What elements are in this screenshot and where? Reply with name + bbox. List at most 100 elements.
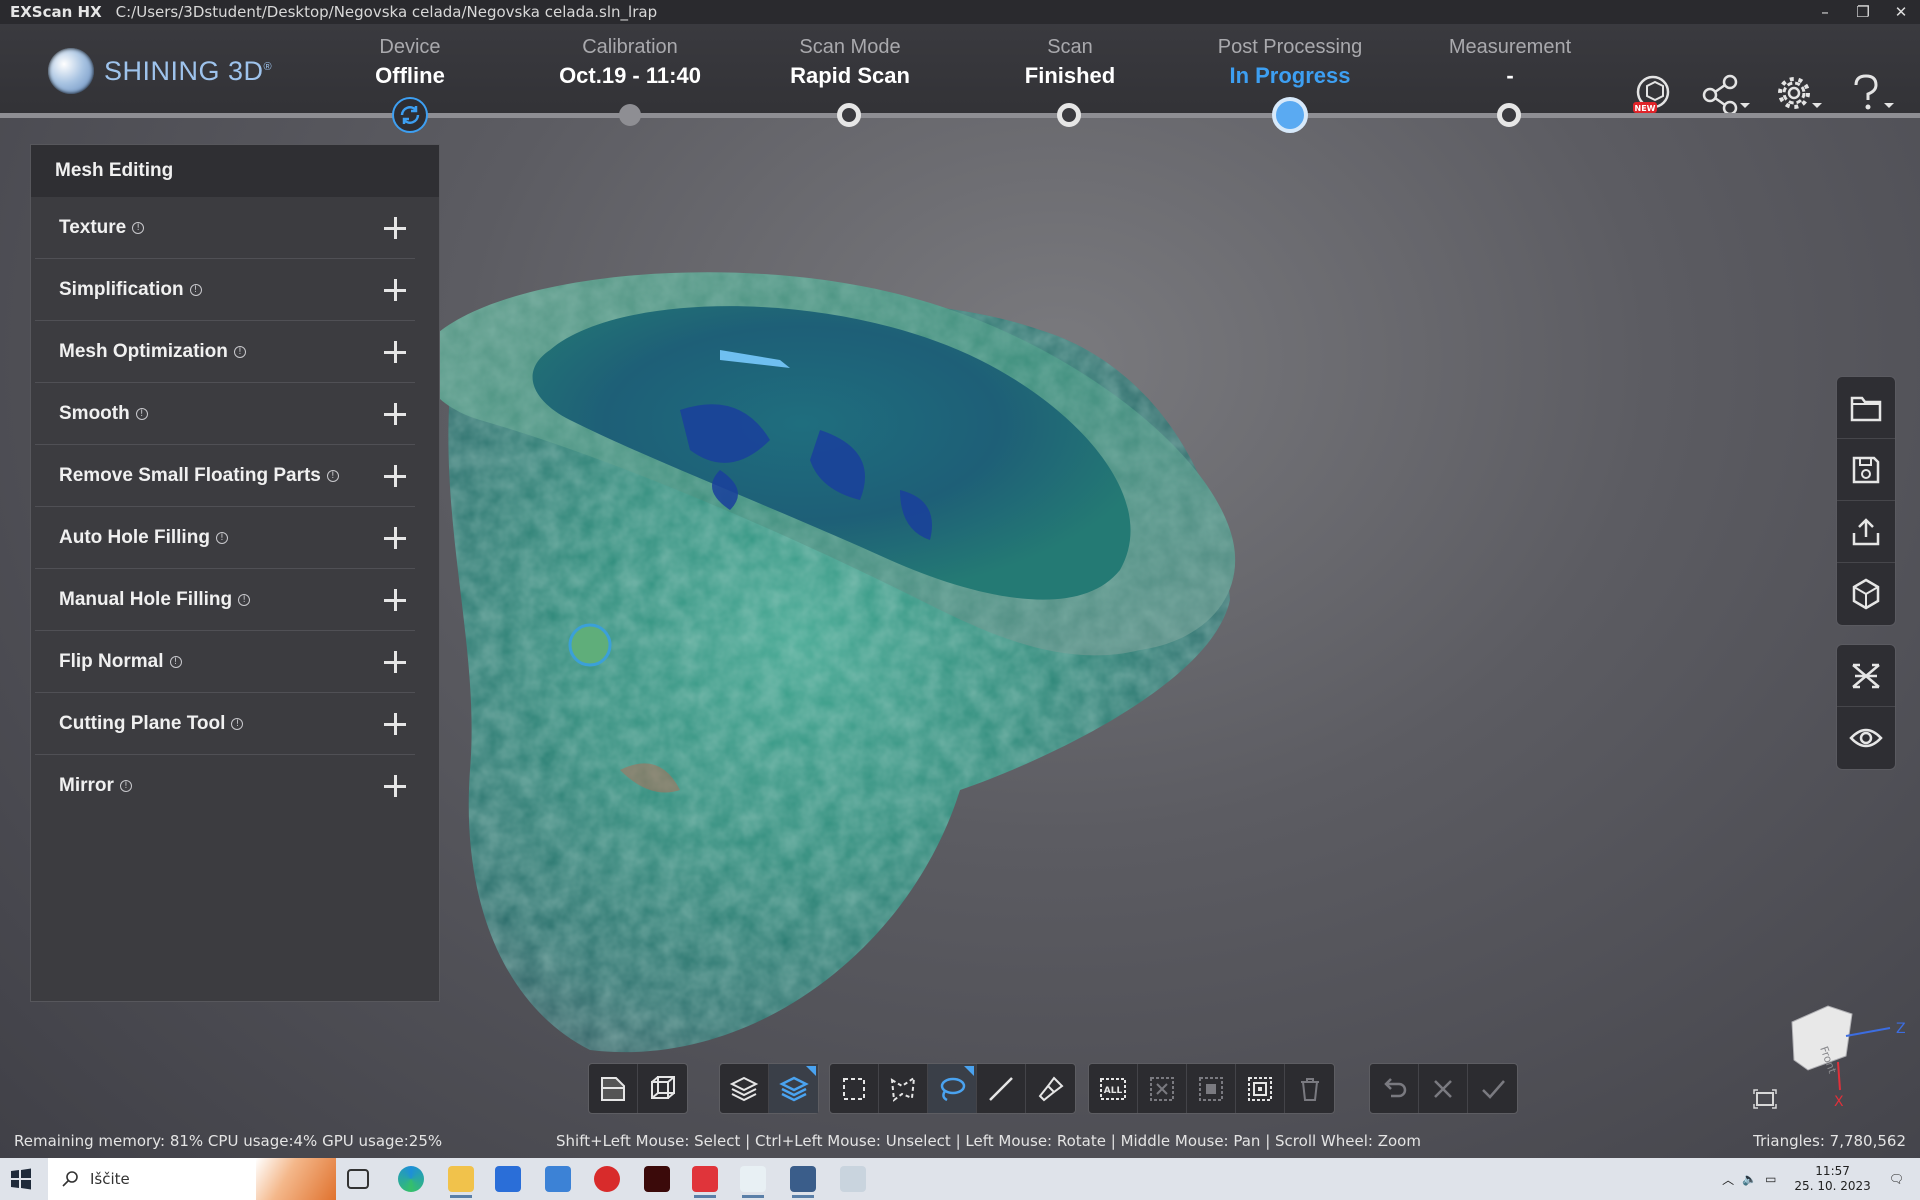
fit-view-icon[interactable] (1752, 1088, 1778, 1110)
info-icon[interactable]: ! (215, 531, 228, 544)
panel-item-simplification[interactable]: Simplification ! (35, 259, 415, 321)
info-icon[interactable]: ! (233, 345, 246, 358)
select-visible-icon[interactable] (720, 1064, 769, 1113)
step-measurement[interactable]: Measurement - (1410, 36, 1610, 89)
deselect-icon[interactable] (1138, 1064, 1187, 1113)
step-calibration[interactable]: Calibration Oct.19 - 11:40 (530, 36, 730, 89)
panel-item-auto-hole-filling[interactable]: Auto Hole Filling ! (35, 507, 415, 569)
panel-item-remove-small-floating-parts[interactable]: Remove Small Floating Parts ! (35, 445, 415, 507)
polygon-select-icon[interactable] (879, 1064, 928, 1113)
align-icon[interactable] (1837, 645, 1895, 707)
delete-icon[interactable] (1285, 1064, 1334, 1113)
file-explorer-icon[interactable] (448, 1166, 474, 1198)
svg-text:NEW: NEW (1635, 104, 1656, 113)
export-icon[interactable] (1837, 501, 1895, 563)
illustrator-icon[interactable] (644, 1166, 670, 1192)
apply-icon[interactable] (1468, 1064, 1517, 1113)
mail-icon[interactable] (545, 1166, 571, 1192)
info-icon[interactable]: ! (169, 655, 182, 668)
remote-desktop-icon[interactable] (840, 1166, 866, 1192)
scanned-helmet-model[interactable] (420, 270, 1400, 1070)
info-icon[interactable]: ! (119, 780, 132, 792)
cloud-new-icon[interactable]: NEW (1624, 72, 1680, 118)
chevron-up-icon[interactable]: ︿ (1722, 1171, 1734, 1188)
taskbar-search[interactable]: Iščite (48, 1158, 336, 1200)
step-value: Offline (375, 63, 445, 88)
panel-item-mesh-optimization[interactable]: Mesh Optimization ! (35, 321, 415, 383)
exscan-taskbar-icon[interactable] (790, 1166, 816, 1198)
help-icon[interactable] (1842, 72, 1898, 118)
panel-item-smooth[interactable]: Smooth ! (35, 383, 415, 445)
volume-icon[interactable]: 🔈 (1742, 1172, 1757, 1186)
windows-start-icon[interactable] (10, 1168, 32, 1190)
wireframe-icon[interactable] (638, 1064, 687, 1113)
expand-plus-icon[interactable] (381, 462, 409, 490)
panel-item-manual-hole-filling[interactable]: Manual Hole Filling ! (35, 569, 415, 631)
panel-item-label: Remove Small Floating Parts (59, 464, 321, 486)
info-icon[interactable]: ! (132, 221, 145, 234)
lasso-select-icon[interactable] (928, 1064, 977, 1113)
settings-icon[interactable] (1770, 72, 1826, 118)
close-button[interactable]: ✕ (1892, 3, 1910, 21)
info-icon[interactable]: ! (231, 717, 244, 730)
expand-plus-icon[interactable] (381, 400, 409, 428)
expand-plus-icon[interactable] (381, 276, 409, 304)
expand-plus-icon[interactable] (381, 586, 409, 614)
brush-select-icon[interactable] (1026, 1064, 1075, 1113)
anydesk-icon[interactable] (692, 1166, 718, 1198)
panel-item-mirror[interactable]: Mirror ! (35, 755, 415, 817)
header-bar: SHINING 3D® Device Offline Calibration O… (0, 24, 1920, 118)
undo-icon[interactable] (1370, 1064, 1419, 1113)
expand-plus-icon[interactable] (381, 524, 409, 552)
invert-select-icon[interactable] (1187, 1064, 1236, 1113)
orientation-axis-cube[interactable]: Front Z X (1780, 1000, 1920, 1110)
step-device[interactable]: Device Offline (310, 36, 510, 89)
info-icon[interactable]: ! (238, 593, 251, 606)
meshmixer-icon[interactable] (594, 1166, 620, 1192)
panel-title: Mesh Editing (31, 145, 439, 197)
step-post-processing[interactable]: Post Processing In Progress (1190, 36, 1390, 89)
view-mode-icon[interactable] (589, 1064, 638, 1113)
notification-icon[interactable]: 🗨 (1889, 1172, 1904, 1186)
calibration-step-node (619, 104, 641, 126)
edge-browser-icon[interactable] (398, 1166, 424, 1192)
expand-plus-icon[interactable] (381, 214, 409, 242)
cancel-icon[interactable] (1419, 1064, 1468, 1113)
clock[interactable]: 11:57 25. 10. 2023 (1794, 1164, 1870, 1194)
select-all-icon[interactable]: ALL (1089, 1064, 1138, 1113)
rect-select-icon[interactable] (830, 1064, 879, 1113)
app-window-icon[interactable] (740, 1166, 766, 1198)
panel-item-label: Simplification (59, 278, 184, 300)
device-sync-icon[interactable] (392, 97, 428, 133)
select-connected-icon[interactable] (1236, 1064, 1285, 1113)
window-controls: – ❐ ✕ (1816, 0, 1910, 24)
expand-plus-icon[interactable] (381, 648, 409, 676)
panel-item-flip-normal[interactable]: Flip Normal ! (35, 631, 415, 693)
step-scan-mode[interactable]: Scan Mode Rapid Scan (750, 36, 950, 89)
expand-plus-icon[interactable] (381, 710, 409, 738)
panel-item-texture[interactable]: Texture ! (35, 197, 415, 259)
share-icon[interactable] (1698, 72, 1754, 118)
select-through-icon[interactable] (769, 1064, 818, 1113)
open-folder-icon[interactable] (1837, 377, 1895, 439)
expand-plus-icon[interactable] (381, 338, 409, 366)
task-view-icon[interactable] (347, 1169, 369, 1189)
restore-button[interactable]: ❐ (1854, 3, 1872, 21)
store-icon[interactable] (495, 1166, 521, 1192)
line-select-icon[interactable] (977, 1064, 1026, 1113)
model-cube-icon[interactable] (1837, 563, 1895, 625)
network-icon[interactable]: ▭ (1765, 1172, 1776, 1186)
info-icon[interactable]: ! (135, 407, 148, 420)
step-scan[interactable]: Scan Finished (970, 36, 1170, 89)
windows-taskbar: Iščite ︿ 🔈 ▭ 11:57 25. 10. 2023 🗨 (0, 1158, 1920, 1200)
panel-item-cutting-plane-tool[interactable]: Cutting Plane Tool ! (35, 693, 415, 755)
post-processing-step-node (1272, 97, 1308, 133)
selection-tools-toolbar (829, 1063, 1076, 1114)
info-icon[interactable]: ! (326, 469, 339, 482)
visibility-eye-icon[interactable] (1837, 707, 1895, 769)
minimize-button[interactable]: – (1816, 3, 1834, 21)
info-icon[interactable]: ! (189, 283, 202, 296)
expand-plus-icon[interactable] (381, 772, 409, 800)
mouse-hints: Shift+Left Mouse: Select | Ctrl+Left Mou… (556, 1132, 1421, 1150)
save-icon[interactable] (1837, 439, 1895, 501)
